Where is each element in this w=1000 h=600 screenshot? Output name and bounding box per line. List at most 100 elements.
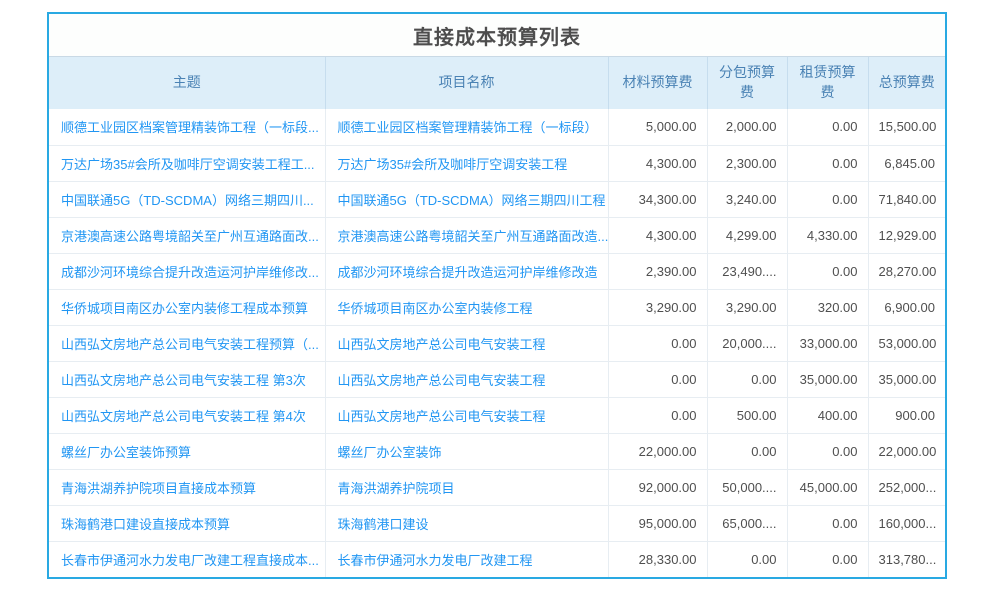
subcontract-budget-cell: 4,299.00 xyxy=(707,217,787,253)
subcontract-budget-value: 23,490.... xyxy=(722,264,776,279)
project-name-link[interactable]: 山西弘文房地产总公司电气安装工程 xyxy=(338,409,546,424)
subcontract-budget-value: 0.00 xyxy=(751,372,776,387)
subject-link[interactable]: 京港澳高速公路粤境韶关至广州互通路面改... xyxy=(61,229,319,244)
subcontract-budget-cell: 20,000.... xyxy=(707,325,787,361)
project-name-link[interactable]: 中国联通5G（TD-SCDMA）网络三期四川工程 xyxy=(338,193,606,208)
subject-link[interactable]: 顺德工业园区档案管理精装饰工程（一标段... xyxy=(61,120,319,135)
project-name-link[interactable]: 成都沙河环境综合提升改造运河护岸维修改造 xyxy=(338,265,598,280)
subject-link[interactable]: 山西弘文房地产总公司电气安装工程 第4次 xyxy=(61,409,306,424)
project-name-cell: 京港澳高速公路粤境韶关至广州互通路面改造... xyxy=(325,217,608,253)
subject-link[interactable]: 华侨城项目南区办公室内装修工程成本预算 xyxy=(61,301,308,316)
subcontract-budget-value: 20,000.... xyxy=(722,336,776,351)
material-budget-value: 95,000.00 xyxy=(639,516,697,531)
subject-cell: 华侨城项目南区办公室内装修工程成本预算 xyxy=(49,289,325,325)
project-name-cell: 山西弘文房地产总公司电气安装工程 xyxy=(325,361,608,397)
project-name-link[interactable]: 青海洪湖养护院项目 xyxy=(338,481,455,496)
project-name-link[interactable]: 珠海鹤港口建设 xyxy=(338,517,429,532)
rental-budget-cell: 33,000.00 xyxy=(787,325,868,361)
subcontract-budget-cell: 2,300.00 xyxy=(707,145,787,181)
subject-cell: 珠海鹤港口建设直接成本预算 xyxy=(49,505,325,541)
material-budget-cell: 0.00 xyxy=(608,397,707,433)
rental-budget-value: 400.00 xyxy=(818,408,858,423)
rental-budget-value: 0.00 xyxy=(832,444,857,459)
total-budget-value: 313,780... xyxy=(879,552,937,567)
project-name-link[interactable]: 山西弘文房地产总公司电气安装工程 xyxy=(338,337,546,352)
total-budget-value: 15,500.00 xyxy=(879,119,937,134)
budget-list-panel: 直接成本预算列表 主题 项目名称 材料预算费 分包预算费 租赁预算费 总预算费 … xyxy=(47,12,947,579)
subject-link[interactable]: 中国联通5G（TD-SCDMA）网络三期四川... xyxy=(61,193,314,208)
subject-cell: 京港澳高速公路粤境韶关至广州互通路面改... xyxy=(49,217,325,253)
table-row: 万达广场35#会所及咖啡厅空调安装工程工... 万达广场35#会所及咖啡厅空调安… xyxy=(49,145,945,181)
rental-budget-value: 0.00 xyxy=(832,156,857,171)
total-budget-value: 35,000.00 xyxy=(879,372,937,387)
subject-cell: 山西弘文房地产总公司电气安装工程预算（... xyxy=(49,325,325,361)
total-budget-cell: 6,900.00 xyxy=(868,289,945,325)
subcontract-budget-value: 4,299.00 xyxy=(726,228,777,243)
subcontract-budget-cell: 3,240.00 xyxy=(707,181,787,217)
subcontract-budget-value: 3,290.00 xyxy=(726,300,777,315)
project-name-link[interactable]: 京港澳高速公路粤境韶关至广州互通路面改造... xyxy=(338,229,609,244)
subcontract-budget-cell: 500.00 xyxy=(707,397,787,433)
project-name-link[interactable]: 螺丝厂办公室装饰 xyxy=(338,445,442,460)
material-budget-value: 0.00 xyxy=(671,336,696,351)
material-budget-cell: 0.00 xyxy=(608,325,707,361)
subject-cell: 万达广场35#会所及咖啡厅空调安装工程工... xyxy=(49,145,325,181)
total-budget-cell: 71,840.00 xyxy=(868,181,945,217)
page-title: 直接成本预算列表 xyxy=(413,21,581,50)
material-budget-cell: 0.00 xyxy=(608,361,707,397)
total-budget-cell: 15,500.00 xyxy=(868,109,945,145)
table-header-row: 主题 项目名称 材料预算费 分包预算费 租赁预算费 总预算费 xyxy=(49,57,945,109)
project-name-link[interactable]: 万达广场35#会所及咖啡厅空调安装工程 xyxy=(338,157,568,172)
subject-link[interactable]: 成都沙河环境综合提升改造运河护岸维修改... xyxy=(61,265,319,280)
table-row: 山西弘文房地产总公司电气安装工程 第4次 山西弘文房地产总公司电气安装工程 0.… xyxy=(49,397,945,433)
subcontract-budget-cell: 3,290.00 xyxy=(707,289,787,325)
project-name-link[interactable]: 华侨城项目南区办公室内装修工程 xyxy=(338,301,533,316)
material-budget-value: 92,000.00 xyxy=(639,480,697,495)
project-name-cell: 山西弘文房地产总公司电气安装工程 xyxy=(325,325,608,361)
project-name-link[interactable]: 顺德工业园区档案管理精装饰工程（一标段） xyxy=(338,120,598,135)
subject-link[interactable]: 珠海鹤港口建设直接成本预算 xyxy=(61,517,230,532)
material-budget-value: 0.00 xyxy=(671,408,696,423)
rental-budget-cell: 35,000.00 xyxy=(787,361,868,397)
subcontract-budget-value: 50,000.... xyxy=(722,480,776,495)
project-name-cell: 万达广场35#会所及咖啡厅空调安装工程 xyxy=(325,145,608,181)
material-budget-value: 4,300.00 xyxy=(646,228,697,243)
subject-cell: 山西弘文房地产总公司电气安装工程 第3次 xyxy=(49,361,325,397)
subject-link[interactable]: 山西弘文房地产总公司电气安装工程 第3次 xyxy=(61,373,306,388)
material-budget-cell: 28,330.00 xyxy=(608,541,707,577)
project-name-link[interactable]: 长春市伊通河水力发电厂改建工程 xyxy=(338,553,533,568)
column-header-subcontract-budget: 分包预算费 xyxy=(707,57,787,109)
total-budget-cell: 35,000.00 xyxy=(868,361,945,397)
total-budget-cell: 22,000.00 xyxy=(868,433,945,469)
rental-budget-value: 45,000.00 xyxy=(800,480,858,495)
subcontract-budget-cell: 0.00 xyxy=(707,433,787,469)
material-budget-cell: 2,390.00 xyxy=(608,253,707,289)
subject-cell: 顺德工业园区档案管理精装饰工程（一标段... xyxy=(49,109,325,145)
table-row: 山西弘文房地产总公司电气安装工程预算（... 山西弘文房地产总公司电气安装工程 … xyxy=(49,325,945,361)
rental-budget-value: 35,000.00 xyxy=(800,372,858,387)
subject-link[interactable]: 青海洪湖养护院项目直接成本预算 xyxy=(61,481,256,496)
total-budget-value: 22,000.00 xyxy=(879,444,937,459)
rental-budget-value: 4,330.00 xyxy=(807,228,858,243)
total-budget-value: 6,900.00 xyxy=(884,300,935,315)
material-budget-cell: 4,300.00 xyxy=(608,145,707,181)
project-name-link[interactable]: 山西弘文房地产总公司电气安装工程 xyxy=(338,373,546,388)
subcontract-budget-cell: 50,000.... xyxy=(707,469,787,505)
column-header-project-name: 项目名称 xyxy=(325,57,608,109)
subject-cell: 成都沙河环境综合提升改造运河护岸维修改... xyxy=(49,253,325,289)
material-budget-cell: 3,290.00 xyxy=(608,289,707,325)
column-header-material-budget: 材料预算费 xyxy=(608,57,707,109)
subject-link[interactable]: 长春市伊通河水力发电厂改建工程直接成本... xyxy=(61,553,319,568)
subject-link[interactable]: 万达广场35#会所及咖啡厅空调安装工程工... xyxy=(61,157,315,172)
subject-link[interactable]: 山西弘文房地产总公司电气安装工程预算（... xyxy=(61,337,319,352)
subcontract-budget-value: 0.00 xyxy=(751,552,776,567)
panel-title-bar: 直接成本预算列表 xyxy=(49,14,945,57)
total-budget-cell: 53,000.00 xyxy=(868,325,945,361)
rental-budget-cell: 0.00 xyxy=(787,253,868,289)
total-budget-cell: 252,000... xyxy=(868,469,945,505)
material-budget-value: 28,330.00 xyxy=(639,552,697,567)
subject-link[interactable]: 螺丝厂办公室装饰预算 xyxy=(61,445,191,460)
rental-budget-cell: 320.00 xyxy=(787,289,868,325)
material-budget-value: 0.00 xyxy=(671,372,696,387)
subject-cell: 青海洪湖养护院项目直接成本预算 xyxy=(49,469,325,505)
